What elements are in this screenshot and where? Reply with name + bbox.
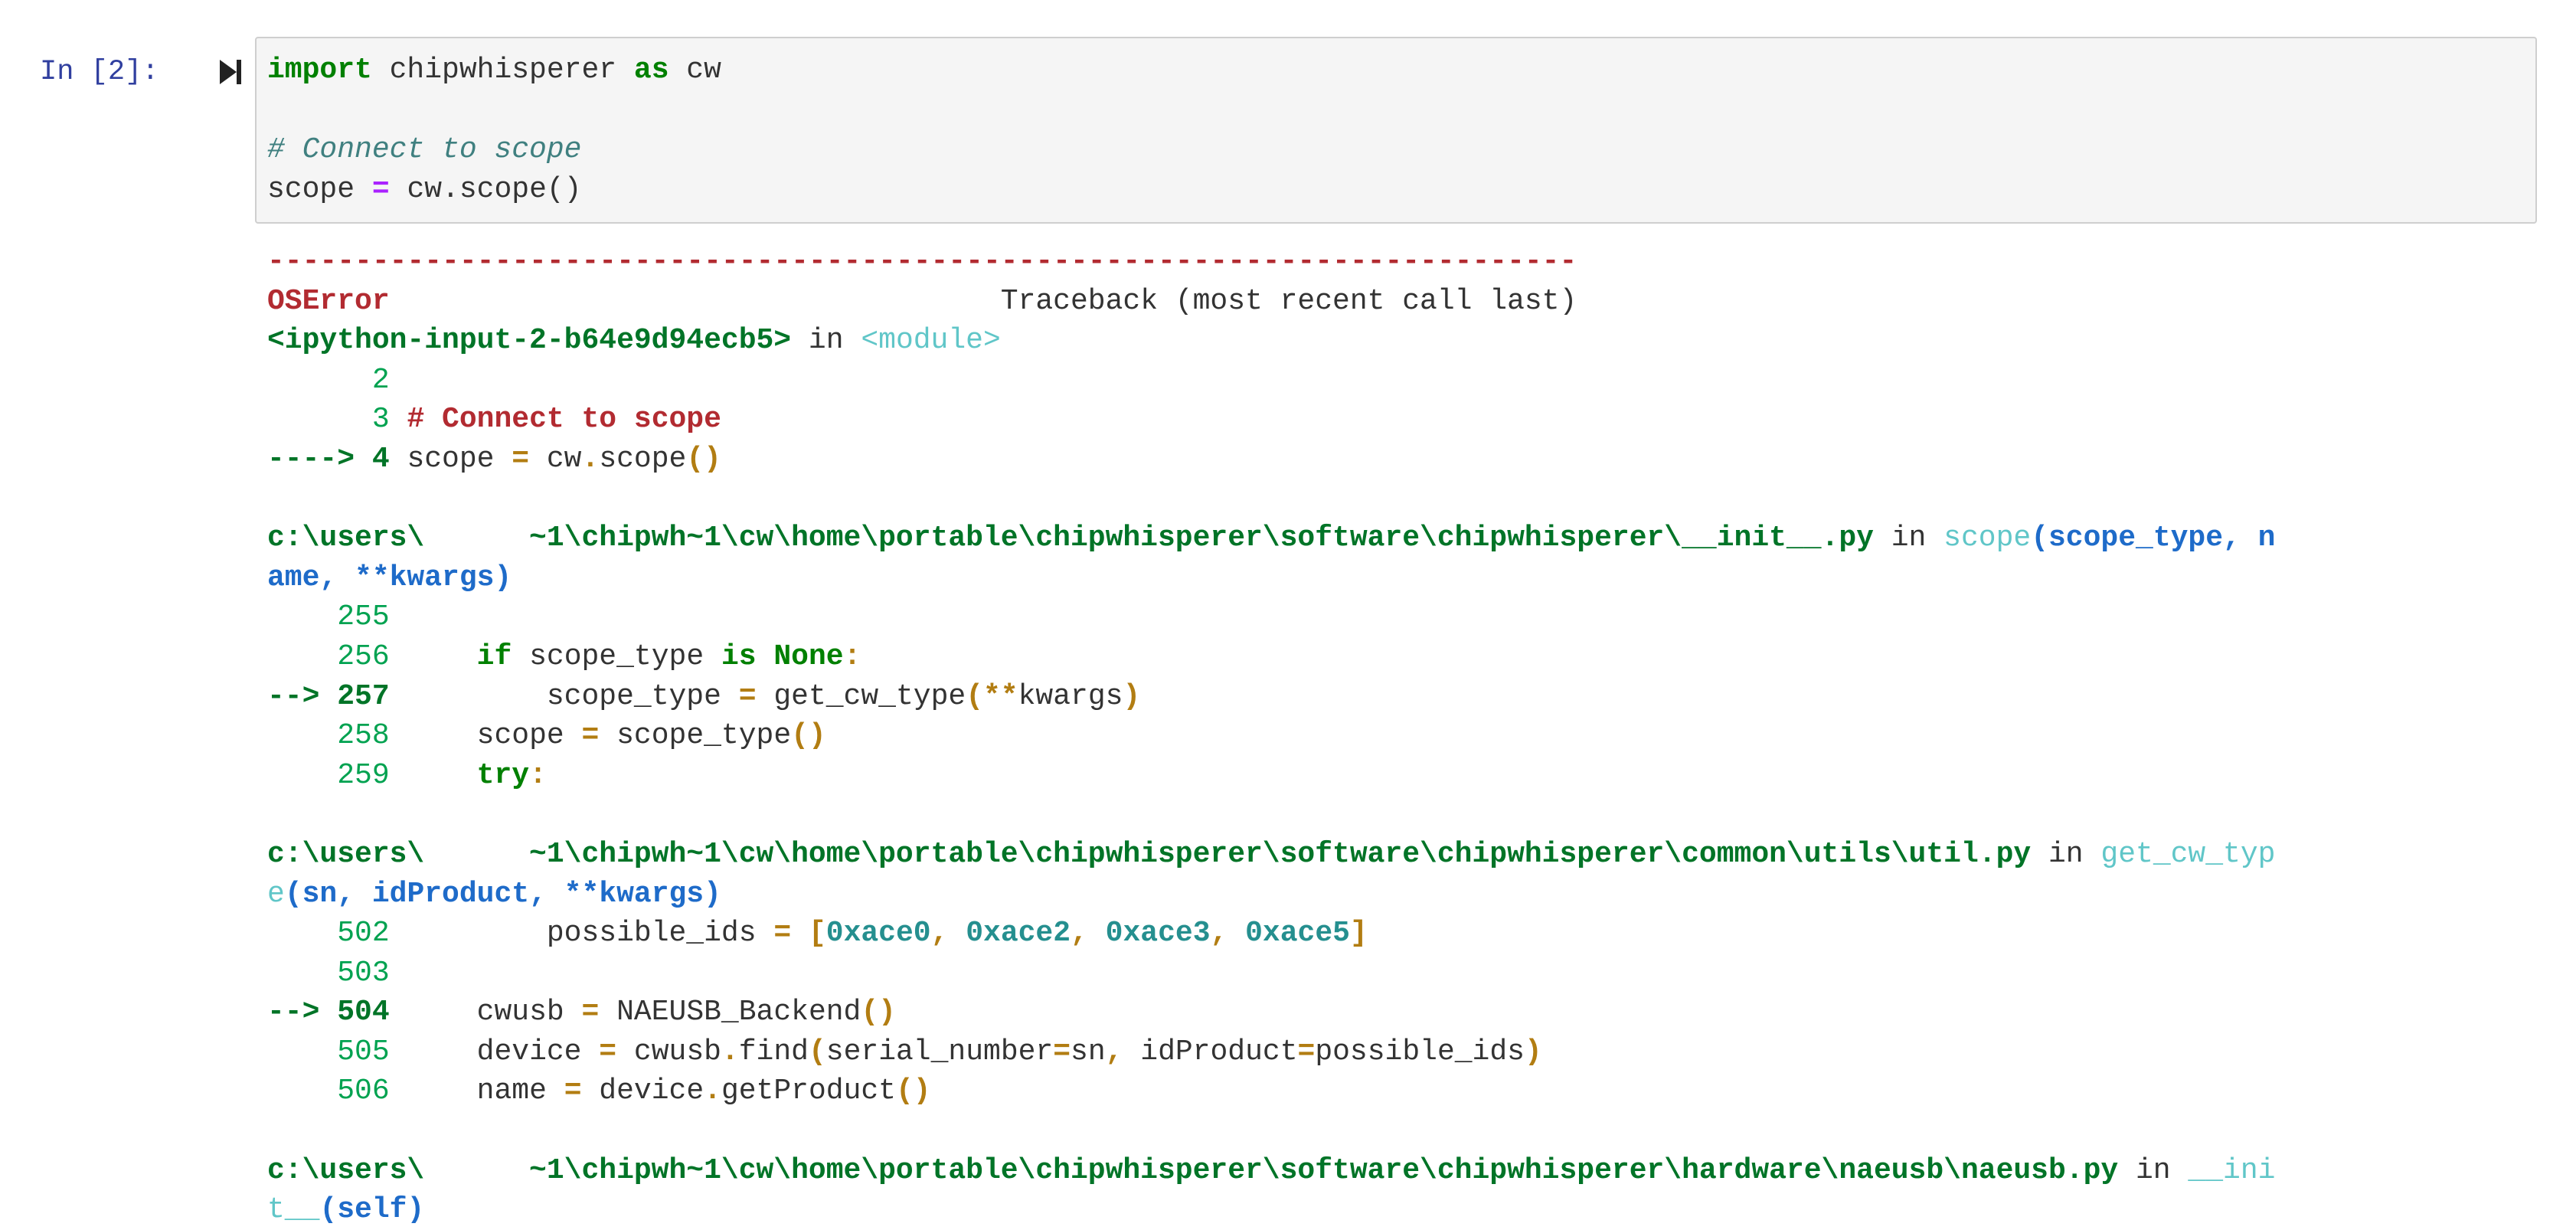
frame2-func: scope: [1943, 522, 2032, 555]
frame3-lineno: 502: [267, 917, 390, 950]
frame2-code: try:: [476, 758, 547, 792]
frame1-code-b: cw: [529, 442, 582, 476]
module-name: chipwhisperer: [371, 54, 634, 87]
traceback-output: ----------------------------------------…: [267, 242, 2275, 1230]
frame4-args: (self): [319, 1193, 425, 1227]
frame2-args-2: ame, **kwargs): [267, 561, 512, 594]
frame1-code-op: =: [512, 442, 530, 476]
frame2-in: in: [1873, 522, 1944, 555]
frame1-file: <ipython-input-2-b64e9d94ecb5>: [267, 324, 792, 358]
frame1-func: <module>: [861, 324, 1001, 358]
frame2-args-1: (scope_type, n: [2031, 522, 2276, 555]
frame1-comment: # Connect to scope: [407, 403, 721, 437]
frame1-arrow: ----> 4: [267, 442, 407, 476]
frame3-arrow-lineno: --> 504: [267, 996, 390, 1029]
frame3-code: device = cwusb.find(serial_number=sn, id…: [389, 1035, 1542, 1068]
code-comment: # Connect to scope: [267, 133, 582, 166]
frame2-arrow-lineno: --> 257: [267, 679, 390, 713]
frame1-lineno-3: 3: [267, 403, 407, 437]
frame3-in: in: [2031, 837, 2101, 871]
frame1-code-paren: (): [686, 442, 721, 476]
frame2-code: scope_type = get_cw_type(**kwargs): [389, 679, 1141, 713]
input-prompt: In [2]:: [40, 56, 159, 88]
error-name: OSError: [267, 284, 390, 318]
frame1-code-c: scope: [599, 442, 687, 476]
frame2-code: scope = scope_type(): [389, 719, 826, 753]
frame3-code: cwusb = NAEUSB_Backend(): [389, 996, 896, 1029]
keyword-as: as: [633, 54, 669, 87]
frame3-file: c:\users\ ~1\chipwh~1\cw\home\portable\c…: [267, 837, 2032, 871]
frame2-lineno: 255: [267, 600, 390, 634]
frame3-code: possible_ids = [0xace0, 0xace2, 0xace3, …: [389, 917, 1368, 950]
code-assign-value: cw.scope(): [389, 173, 582, 206]
frame1-code-dot: .: [581, 442, 600, 476]
traceback-header: Traceback (most recent call last): [389, 284, 1577, 318]
frame1-code-a: scope: [407, 442, 512, 476]
frame3-func-2: e: [267, 877, 285, 911]
frame3-lineno: 503: [267, 956, 390, 990]
frame2-file: c:\users\ ~1\chipwh~1\cw\home\portable\c…: [267, 522, 1874, 555]
frame1-in: in: [791, 324, 861, 358]
keyword-import: import: [267, 54, 372, 87]
frame2-code: if scope_type is None:: [476, 640, 861, 673]
run-cell-icon[interactable]: [218, 57, 243, 87]
frame4-in: in: [2118, 1153, 2189, 1187]
frame2-lineno: 259: [267, 758, 390, 792]
frame3-args: (sn, idProduct, **kwargs): [284, 877, 721, 911]
frame2-lineno: 258: [267, 719, 390, 753]
frame3-lineno: 505: [267, 1035, 390, 1068]
frame3-func-1: get_cw_typ: [2100, 837, 2276, 871]
notebook-cell: In [2]: import chipwhisperer as cw # Con…: [0, 0, 2576, 1226]
code-editor[interactable]: import chipwhisperer as cw # Connect to …: [267, 51, 721, 210]
frame2-lineno: 256: [267, 640, 390, 673]
frame3-code: name = device.getProduct(): [389, 1075, 931, 1108]
frame4-file: c:\users\ ~1\chipwh~1\cw\home\portable\c…: [267, 1153, 2119, 1187]
frame4-func-2: t__: [267, 1193, 320, 1227]
frame1-lineno-2: 2: [267, 363, 390, 397]
code-assign-op: =: [371, 173, 390, 206]
module-alias: cw: [669, 54, 721, 87]
frame3-lineno: 506: [267, 1075, 390, 1108]
traceback-separator: ----------------------------------------…: [267, 245, 1577, 278]
code-assign-target: scope: [267, 173, 372, 206]
frame4-func-1: __ini: [2188, 1153, 2276, 1187]
